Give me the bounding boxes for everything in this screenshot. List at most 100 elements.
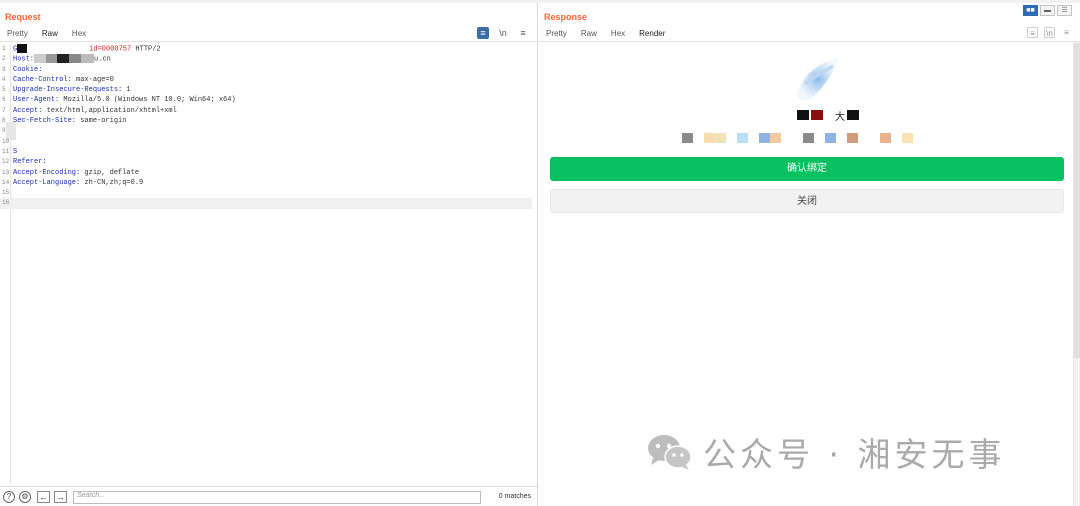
account-name: 大: [797, 109, 859, 123]
code-line: 7 Accept: text/html,application/xhtml+xml: [0, 106, 532, 116]
line-number: 6: [2, 96, 6, 104]
header-key: Upgrade-Insecure-Requests:: [13, 86, 123, 95]
watermark: 公众号 · 湘安无事: [647, 428, 1005, 476]
request-title: Request: [5, 12, 41, 22]
code-line: 6 User-Agent: Mozilla/5.0 (Windows NT 10.…: [0, 95, 532, 105]
code-line: 4 Cache-Control: max-age=0: [0, 75, 532, 85]
header-value: zh-CN,zh;q=0.9: [80, 178, 144, 187]
header-key: User-Agent:: [13, 96, 60, 105]
close-button[interactable]: 关闭: [550, 189, 1064, 213]
menu-icon[interactable]: ≡: [517, 27, 529, 39]
redaction-block: [902, 133, 913, 143]
redaction-block: [811, 110, 823, 120]
layout-side-by-side-icon[interactable]: ■■: [1023, 5, 1038, 16]
line-tail: HTTP/2: [131, 45, 161, 54]
line-text: Accept-Language: zh-CN,zh;q=0.9: [13, 178, 143, 188]
wrap-icon[interactable]: ≡: [1027, 27, 1038, 38]
code-line: 2 Host: u.cn: [0, 54, 532, 64]
layout-switcher: ■■ ▬ ☰: [1023, 5, 1072, 16]
line-number: 2: [2, 55, 6, 63]
settings-icon[interactable]: ⚙: [19, 491, 31, 503]
request-toolbar: ≡ \n ≡: [477, 27, 529, 39]
header-key: Host:: [13, 55, 35, 64]
code-line: 12 Referer:: [0, 157, 532, 167]
help-icon[interactable]: ?: [3, 491, 15, 503]
line-text: Cookie:: [13, 65, 42, 75]
code-line: 3 Cookie:: [0, 65, 532, 75]
tab-hex[interactable]: Hex: [65, 28, 93, 42]
search-input[interactable]: Search...: [73, 491, 481, 504]
line-number: 3: [2, 65, 6, 73]
line-number: 1: [2, 45, 6, 52]
newline-icon[interactable]: \n: [497, 27, 509, 39]
code-line: 13 Accept-Encoding: gzip, deflate: [0, 168, 532, 178]
line-text: Upgrade-Insecure-Requests: 1: [13, 85, 131, 95]
header-key: Accept:: [13, 106, 43, 115]
confirm-bind-button[interactable]: 确认绑定: [550, 157, 1064, 181]
response-title: Response: [544, 12, 588, 22]
redaction-block: [880, 133, 891, 143]
line-number: 8: [2, 117, 6, 125]
redaction-block: [847, 133, 858, 143]
request-pane: Request Pretty Raw Hex ≡ \n ≡ 1 Gid=00007…: [0, 3, 538, 506]
line-text: Referer:: [13, 157, 47, 167]
avatar: [797, 58, 839, 101]
scrollbar-thumb[interactable]: [1073, 43, 1080, 358]
code-line: 14 Accept-Language: zh-CN,zh;q=0.9: [0, 178, 532, 188]
code-line: 11 S: [0, 147, 532, 157]
code-line: 15: [0, 188, 532, 198]
menu-icon[interactable]: ≡: [1061, 27, 1072, 38]
header-value: text/html,application/xhtml+xml: [42, 106, 177, 115]
tab-pretty[interactable]: Pretty: [0, 28, 35, 42]
line-number: 16: [2, 199, 10, 207]
redaction-block: [770, 133, 781, 143]
redaction-block: [682, 133, 693, 143]
line-number: 4: [2, 75, 6, 83]
header-key: Sec-Fetch-Site:: [13, 117, 77, 126]
prev-arrow-icon[interactable]: ←: [37, 491, 50, 503]
redaction-block: [34, 54, 95, 64]
name-text: 大: [835, 111, 845, 123]
header-key: Accept-Language:: [13, 178, 81, 187]
redaction-block: [715, 133, 726, 143]
wechat-icon: [648, 435, 692, 470]
redaction-block: [759, 133, 770, 143]
tab-hex[interactable]: Hex: [604, 28, 632, 42]
request-tabs: Pretty Raw Hex: [0, 28, 93, 42]
header-value: 1: [122, 86, 131, 95]
tab-raw[interactable]: Raw: [34, 28, 65, 42]
redaction-block: [737, 133, 748, 143]
response-pane: Response ■■ ▬ ☰ Pretty Raw Hex Render ≡ …: [539, 3, 1080, 506]
line-number: 15: [2, 189, 10, 197]
header-key: S: [13, 147, 18, 156]
response-toolbar: ≡ \n ≡: [1027, 27, 1072, 38]
header-key: Accept-Encoding:: [13, 168, 81, 177]
tab-raw[interactable]: Raw: [574, 28, 604, 42]
code-line: 16: [0, 198, 532, 209]
request-editor[interactable]: 1 Gid=0000757 HTTP/2 2 Host: u.cn 3 Cookie: 4 Ca…: [0, 44, 538, 484]
tabs-divider: [0, 41, 538, 42]
tab-pretty[interactable]: Pretty: [539, 28, 574, 42]
header-value: same-origin: [76, 117, 127, 126]
line-number: 12: [2, 158, 10, 166]
tab-render[interactable]: Render: [632, 28, 673, 42]
redaction-block: [17, 44, 90, 53]
line-text: Sec-Fetch-Site: same-origin: [13, 116, 126, 126]
line-number: 14: [2, 178, 10, 186]
redaction-block: [847, 110, 859, 120]
line-text: Accept-Encoding: gzip, deflate: [13, 168, 139, 178]
code-line: 9: [0, 126, 532, 136]
wrap-icon[interactable]: ≡: [477, 27, 489, 39]
line-tail: u.cn: [94, 55, 111, 64]
param-value: id=0000757: [89, 45, 132, 54]
newline-icon[interactable]: \n: [1044, 27, 1055, 38]
layout-stacked-icon[interactable]: ▬: [1040, 5, 1055, 16]
redaction-block: [704, 133, 715, 143]
line-text: User-Agent: Mozilla/5.0 (Windows NT 10.0…: [13, 95, 236, 105]
code-line: 5 Upgrade-Insecure-Requests: 1: [0, 85, 532, 95]
header-value: Mozilla/5.0 (Windows NT 10.0; Win64; x64…: [59, 96, 236, 105]
layout-tabs-icon[interactable]: ☰: [1057, 5, 1072, 16]
code-line: 8 Sec-Fetch-Site: same-origin: [0, 116, 532, 126]
line-text: Gid=0000757 HTTP/2: [13, 44, 161, 55]
next-arrow-icon[interactable]: →: [54, 491, 67, 503]
